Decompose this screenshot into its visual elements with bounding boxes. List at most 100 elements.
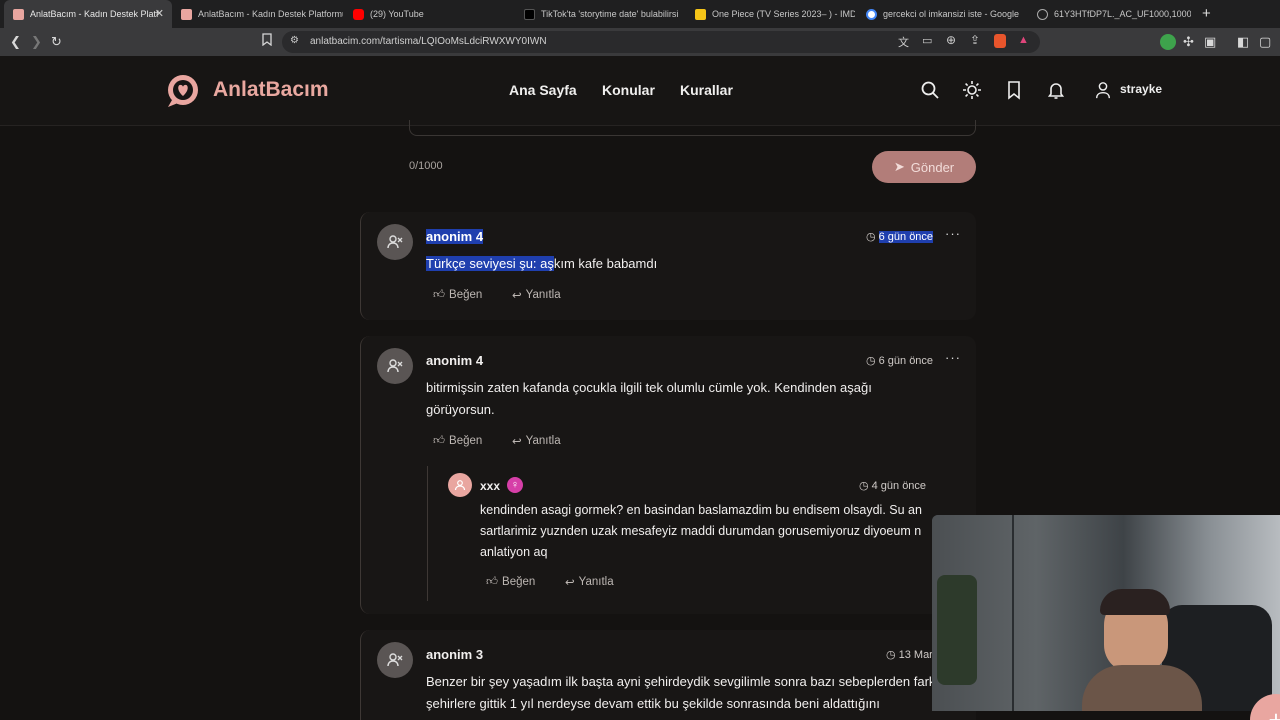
username[interactable]: strayke [1120, 82, 1162, 96]
logo-text[interactable]: AnlatBacım [213, 78, 329, 102]
nav-home[interactable]: Ana Sayfa [509, 82, 577, 98]
theme-sun-icon[interactable] [962, 80, 982, 100]
bell-icon[interactable] [1046, 80, 1066, 100]
time-text: 6 gün önce [878, 354, 934, 367]
reply-arrow-icon: ↩ [512, 436, 522, 448]
extensions-puzzle-icon[interactable]: ✣ [1183, 33, 1194, 51]
thumbs-up-icon: 👍︎ [433, 289, 446, 301]
anonymous-avatar-icon [377, 642, 413, 678]
site-settings-icon[interactable]: ⚙ [290, 35, 299, 46]
cast-icon[interactable]: ▭ [922, 34, 932, 47]
clock-icon: ◷ [886, 649, 896, 661]
tiktok-favicon-icon [524, 8, 535, 20]
imdb-favicon-icon [695, 8, 706, 20]
anonymous-avatar-icon [377, 348, 413, 384]
browser-tab-bar: AnlatBacım - Kadın Destek Platf ✕ AnlatB… [0, 0, 1280, 28]
more-options-icon[interactable]: ··· [945, 226, 961, 241]
webcam-overlay [932, 515, 1280, 711]
reply-arrow-icon: ↩ [565, 577, 575, 589]
webcam-shoulders [1082, 665, 1202, 711]
reply-label: Yanıtla [525, 435, 561, 447]
tab-title: (29) YouTube [370, 9, 424, 19]
comment-text: kım kafe babamdı [553, 256, 658, 271]
forward-icon[interactable]: ❯ [31, 33, 42, 51]
thumbs-up-icon: 👍︎ [433, 435, 446, 447]
brave-rewards-icon[interactable]: ▲ [1018, 34, 1029, 46]
browser-tab[interactable]: (29) YouTube [347, 0, 515, 28]
tab-title: gercekci ol imkansizi iste - Google S [883, 9, 1020, 19]
user-icon[interactable] [1094, 80, 1112, 100]
bookmark-icon[interactable] [1004, 80, 1024, 100]
menu-icon[interactable]: ▢ [1259, 33, 1271, 51]
reply-label: Yanıtla [525, 289, 561, 301]
back-icon[interactable]: ❮ [10, 33, 21, 51]
nav-rules[interactable]: Kurallar [680, 82, 733, 98]
google-favicon-icon [866, 8, 877, 20]
selected-text: Türkçe seviyesi şu: aş [426, 256, 554, 271]
female-badge-icon: ♀ [507, 477, 523, 493]
browser-tab[interactable]: One Piece (TV Series 2023– ) - IMDb [689, 0, 855, 28]
user-avatar-icon [448, 473, 472, 497]
comment-author: anonim 3 [426, 647, 484, 662]
translate-icon[interactable]: 文 [898, 34, 909, 50]
comment-time: ◷ 6 gün önce [866, 230, 934, 243]
comment-body: Türkçe seviyesi şu: aşkım kafe babamdı [426, 253, 966, 275]
close-tab-icon[interactable]: ✕ [155, 7, 164, 20]
bookmark-page-icon[interactable] [262, 33, 272, 51]
extension-icon[interactable] [1160, 34, 1176, 50]
char-counter: 0/1000 [409, 160, 443, 172]
url-text: anlatbacim.com/tartisma/LQIOoMsLdciRWXWY… [310, 36, 547, 47]
webcam-divider [1012, 515, 1014, 711]
like-label: Beğen [449, 435, 483, 447]
share-icon[interactable]: ⇪ [970, 33, 980, 47]
reload-icon[interactable]: ↻ [51, 33, 62, 51]
like-button[interactable]: 👍︎ Beğen [433, 288, 482, 302]
reply-button[interactable]: ↩ Yanıtla [512, 288, 561, 302]
address-bar[interactable]: ⚙ anlatbacim.com/tartisma/LQIOoMsLdciRWX… [282, 31, 1040, 53]
globe-favicon-icon [1037, 8, 1048, 20]
search-icon[interactable] [920, 80, 940, 100]
time-text: 13 Mar [898, 648, 933, 661]
reply-label: Yanıtla [578, 576, 614, 588]
thumbs-up-icon: 👍︎ [486, 576, 499, 588]
time-text: 4 gün önce [871, 479, 927, 492]
reply-author: xxx [480, 479, 501, 493]
reply-time: ◷ 4 gün önce [859, 479, 927, 493]
like-button[interactable]: 👍︎ Beğen [433, 434, 482, 448]
browser-tab[interactable]: 61Y3HTfDP7L._AC_UF1000,1000_QL8 [1031, 0, 1191, 28]
sidebar-icon[interactable]: ◧ [1237, 33, 1249, 51]
webcam-coat [937, 575, 977, 685]
tab-title: AnlatBacım - Kadın Destek Platf [30, 9, 159, 19]
brave-shields-icon[interactable] [994, 34, 1006, 48]
clock-icon: ◷ [866, 355, 876, 367]
nav-topics[interactable]: Konular [602, 82, 655, 98]
logo-icon[interactable] [164, 74, 202, 108]
more-options-icon[interactable]: ··· [945, 350, 961, 365]
reply-text: kendinden asagi gormek? en basindan basl… [480, 503, 922, 559]
clock-icon: ◷ [866, 231, 876, 243]
reply-button[interactable]: ↩ Yanıtla [512, 434, 561, 448]
wallet-icon[interactable]: ▣ [1204, 33, 1216, 51]
tab-title: AnlatBacım - Kadın Destek Platformu [198, 9, 343, 19]
site-viewport: AnlatBacım Ana Sayfa Konular Kurallar st… [0, 56, 1280, 720]
comment-author: anonim 4 [426, 229, 484, 244]
send-button[interactable]: ➤ Gönder [872, 151, 976, 183]
like-label: Beğen [449, 289, 483, 301]
browser-tab-active[interactable]: AnlatBacım - Kadın Destek Platf ✕ [4, 0, 172, 28]
browser-tab[interactable]: AnlatBacım - Kadın Destek Platformu [175, 0, 343, 28]
like-button[interactable]: 👍︎ Beğen [486, 575, 535, 589]
browser-tab[interactable]: TikTok'ta 'storytime date' bulabilirsin [518, 0, 678, 28]
send-label: Gönder [910, 159, 955, 175]
comment-textarea[interactable] [409, 120, 976, 136]
clock-icon: ◷ [859, 480, 869, 492]
browser-toolbar: ❮ ❯ ↻ ⚙ anlatbacim.com/tartisma/LQIOoMsL… [0, 28, 1280, 56]
reply-button[interactable]: ↩ Yanıtla [565, 575, 614, 589]
browser-tab[interactable]: gercekci ol imkansizi iste - Google S [860, 0, 1020, 28]
webcam-hair [1100, 589, 1170, 615]
time-text: 6 gün önce [878, 230, 934, 243]
comment-card: anonim 4 ◷ 6 gün önce ··· Türkçe seviyes… [360, 212, 976, 320]
tab-title: TikTok'ta 'storytime date' bulabilirsin [541, 9, 678, 19]
new-tab-button[interactable]: + [1202, 5, 1211, 22]
tab-title: One Piece (TV Series 2023– ) - IMDb [712, 9, 855, 19]
zoom-icon[interactable]: ⊕ [946, 33, 956, 47]
